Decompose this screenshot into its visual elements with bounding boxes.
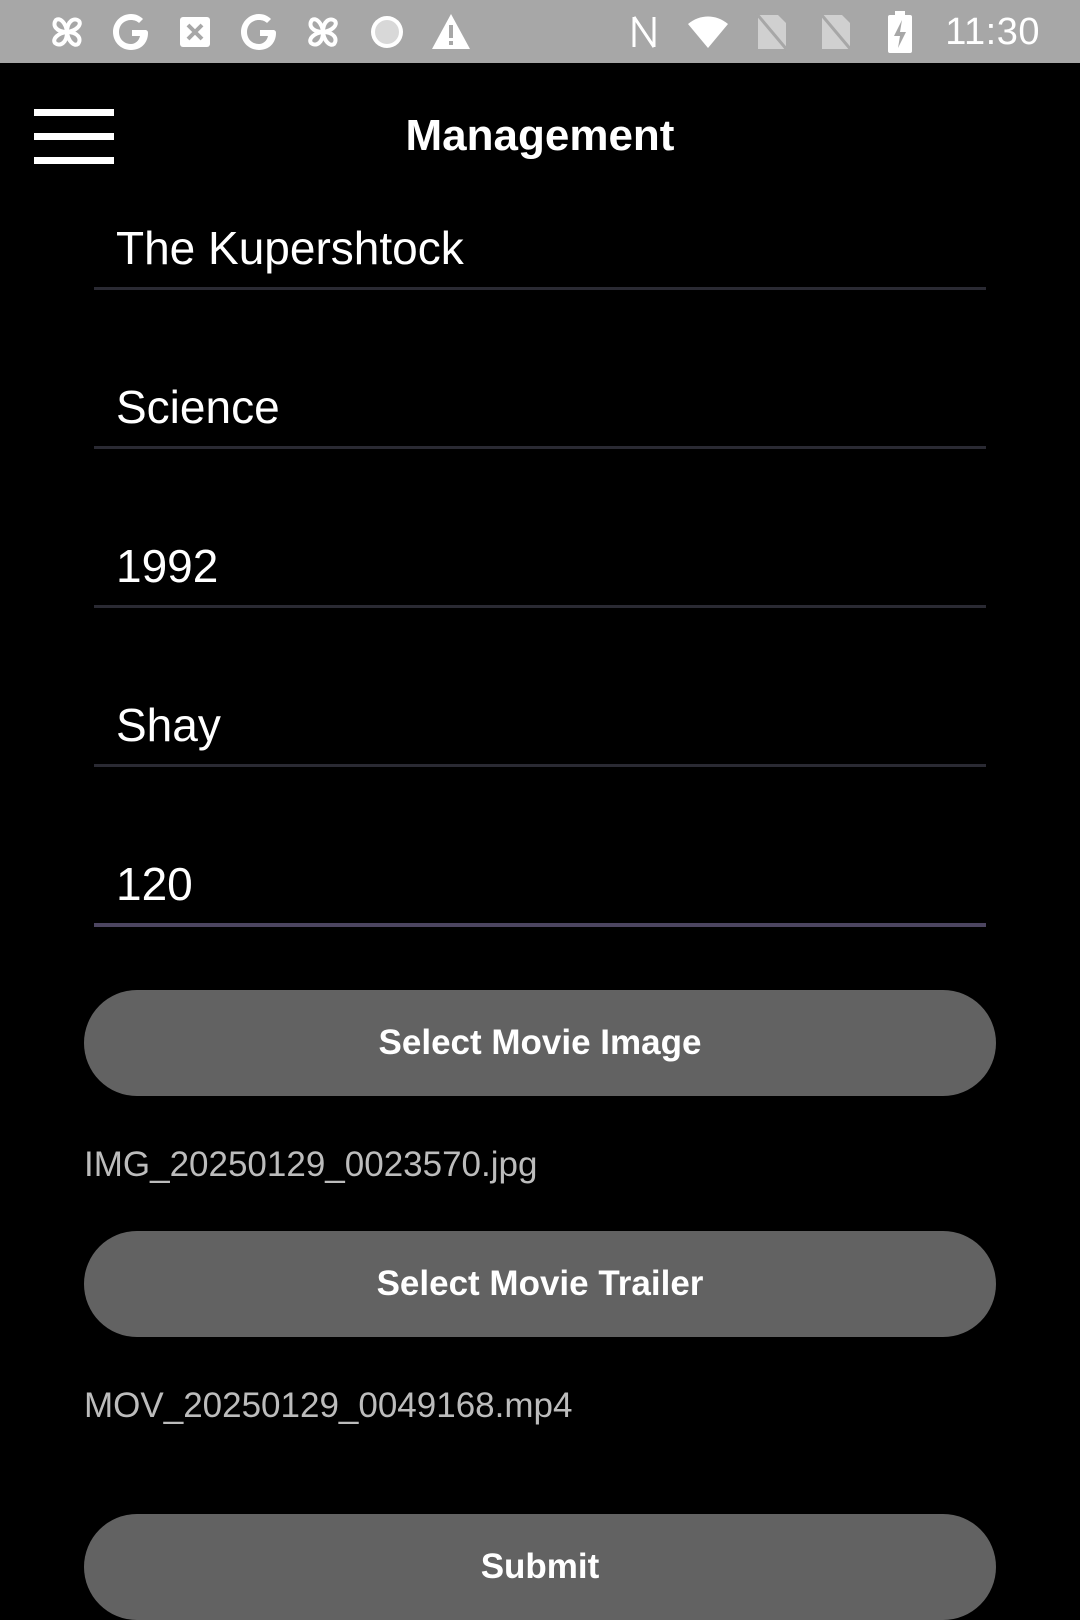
nfc-icon bbox=[621, 10, 667, 54]
movie-year-field[interactable] bbox=[94, 533, 986, 608]
page-title: Management bbox=[405, 111, 675, 160]
movie-director-input[interactable] bbox=[116, 692, 966, 758]
movie-duration-input[interactable] bbox=[116, 851, 966, 917]
image-off-icon bbox=[172, 10, 218, 54]
selected-image-filename: IMG_20250129_0023570.jpg bbox=[84, 1145, 538, 1184]
notification-icons bbox=[44, 10, 474, 54]
pinwheel-icon bbox=[300, 10, 346, 54]
selected-trailer-filename: MOV_20250129_0049168.mp4 bbox=[84, 1386, 573, 1425]
warning-icon bbox=[428, 10, 474, 54]
google-icon bbox=[236, 10, 282, 54]
movie-genre-input[interactable] bbox=[116, 374, 966, 440]
no-sim-icon bbox=[813, 10, 859, 54]
no-sim-icon bbox=[749, 10, 795, 54]
wifi-icon bbox=[685, 10, 731, 54]
app-bar: Management bbox=[0, 63, 1080, 213]
google-icon bbox=[108, 10, 154, 54]
loading-spinner-icon bbox=[364, 10, 410, 54]
movie-year-input[interactable] bbox=[116, 533, 966, 599]
movie-duration-field[interactable] bbox=[94, 851, 986, 927]
select-movie-trailer-button[interactable]: Select Movie Trailer bbox=[84, 1231, 996, 1337]
movie-director-field[interactable] bbox=[94, 692, 986, 767]
status-bar: 11:30 bbox=[0, 0, 1080, 63]
battery-charging-icon bbox=[877, 10, 923, 54]
system-icons: 11:30 bbox=[621, 10, 1040, 54]
select-movie-image-button[interactable]: Select Movie Image bbox=[84, 990, 996, 1096]
movie-title-field[interactable] bbox=[94, 215, 986, 290]
pinwheel-icon bbox=[44, 10, 90, 54]
submit-button[interactable]: Submit bbox=[84, 1514, 996, 1620]
movie-genre-field[interactable] bbox=[94, 374, 986, 449]
movie-title-input[interactable] bbox=[116, 215, 966, 281]
clock: 11:30 bbox=[945, 10, 1040, 53]
